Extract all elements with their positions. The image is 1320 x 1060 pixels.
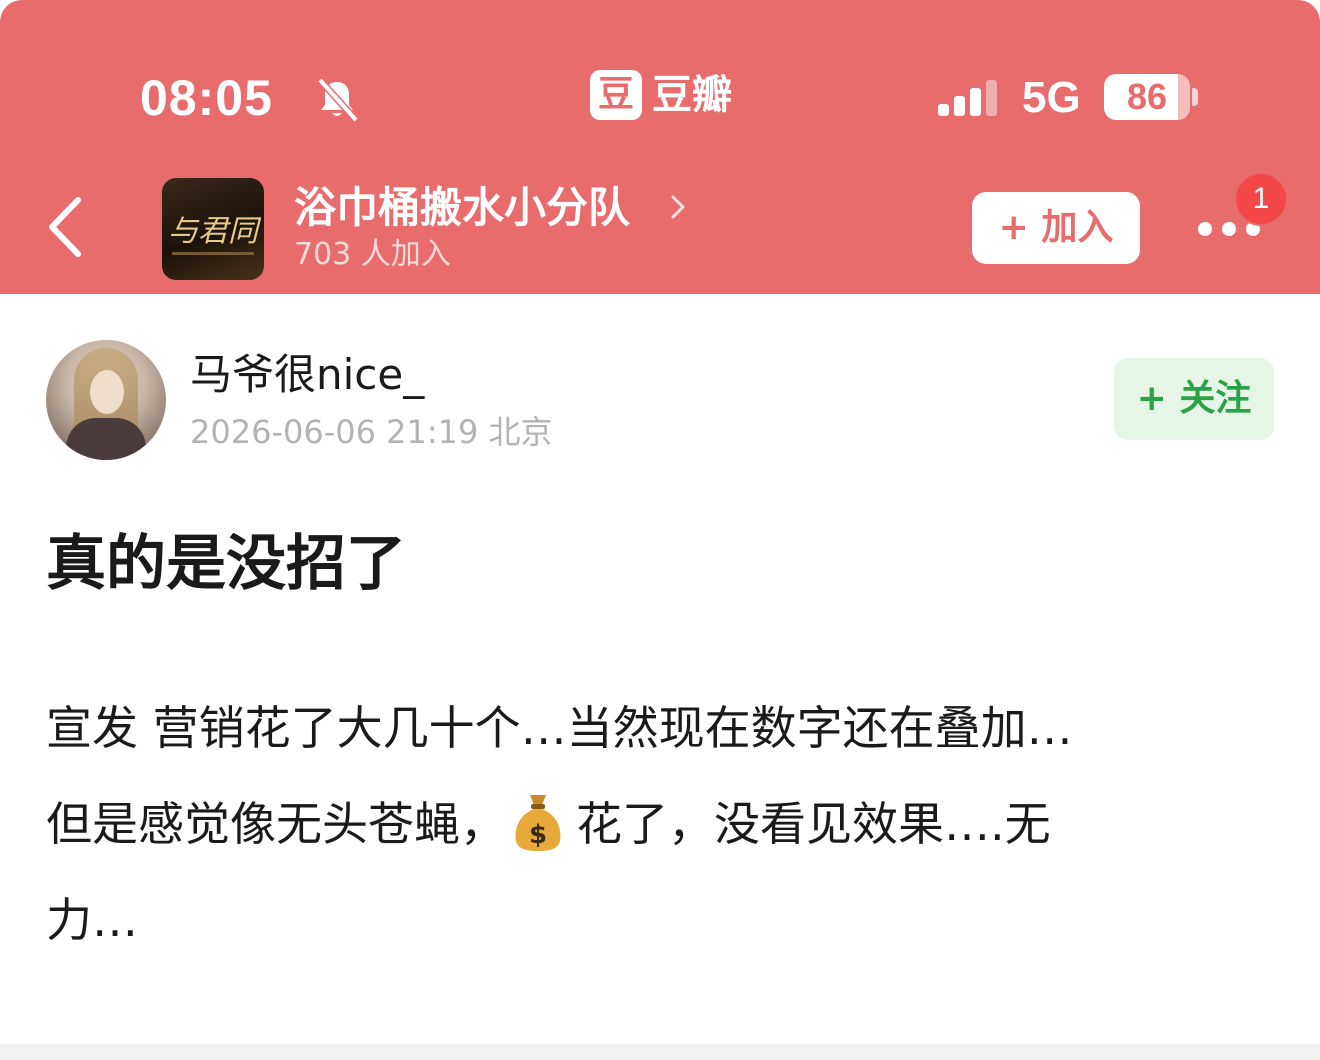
notification-badge: 1 [1234,172,1288,226]
post-title: 真的是没招了 [46,529,406,599]
svg-text:$: $ [529,820,547,850]
app-name: 豆瓣 [652,72,732,118]
group-avatar[interactable]: 与君同 [162,178,264,280]
group-avatar-roof [172,252,254,270]
avatar-body [66,418,146,460]
post-body-text: 但是感觉像无头苍蝇， [46,797,506,851]
post-body: 宣发 营销花了大几十个…当然现在数字还在叠加… 但是感觉像无头苍蝇， $ 花了，… [46,680,1286,968]
battery-level: 86 [1126,76,1168,117]
douban-logo-icon: 豆 [590,70,642,120]
avatar-face [90,370,124,414]
douban-logo-glyph: 豆 [597,74,634,115]
battery-icon: 86 [1104,74,1190,120]
author-avatar[interactable] [46,340,166,460]
network-type: 5G [1022,73,1081,122]
more-dot [1222,222,1236,236]
post-body-line: 力… [46,893,138,947]
group-name[interactable]: 浴巾桶搬水小分队 [294,180,630,236]
post-body-text: 花了，没看见效果….无 [576,797,1051,851]
bottom-divider [0,1044,1320,1060]
author-name[interactable]: 马爷很nice_ [190,346,424,404]
top-header: 08:05 豆 豆瓣 5G 86 与君同 浴巾桶搬水小分队 703 人加入 + … [0,0,1320,294]
join-group-button[interactable]: + 加入 [972,192,1140,264]
chevron-right-icon[interactable] [668,192,688,222]
post-timestamp-location: 2026-06-06 21:19 北京 [190,413,553,451]
post-body-line: 但是感觉像无头苍蝇， $ 花了，没看见效果….无 [46,776,1286,872]
post-body-line: 宣发 营销花了大几十个…当然现在数字还在叠加… [46,701,1073,755]
battery-tip [1192,88,1198,106]
back-arrow-icon[interactable] [40,192,90,262]
bell-muted-icon [317,77,359,123]
group-avatar-calligraphy: 与君同 [168,214,258,249]
more-dot [1198,222,1212,236]
status-time: 08:05 [140,70,273,126]
group-member-count: 703 人加入 [294,237,451,272]
money-bag-icon: $ [515,794,561,851]
signal-icon [938,80,997,116]
follow-button[interactable]: + 关注 [1114,358,1274,440]
